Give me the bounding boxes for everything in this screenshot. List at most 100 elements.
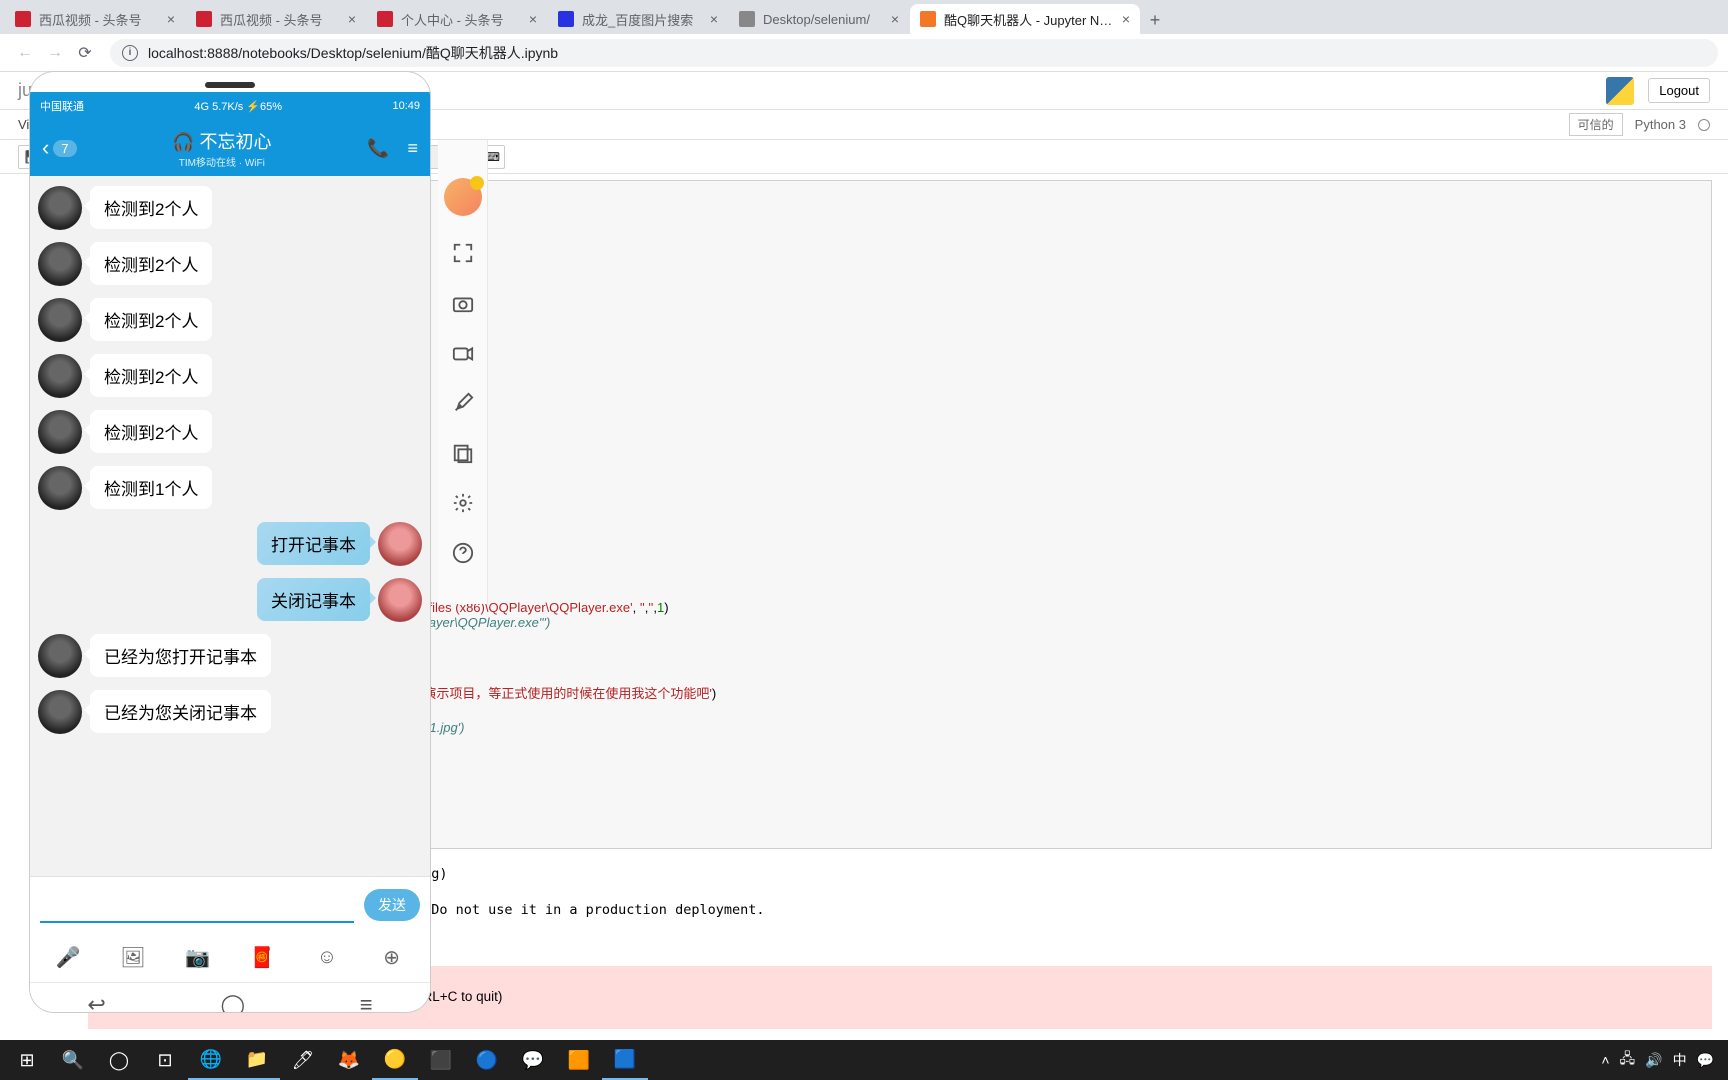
close-icon[interactable]: × <box>710 11 718 27</box>
call-icon[interactable]: 📞 <box>367 138 389 159</box>
android-home-icon[interactable]: ◯ <box>220 992 245 1013</box>
favicon-icon <box>739 11 755 27</box>
new-tab-button[interactable]: + <box>1141 6 1169 34</box>
taskbar-app[interactable]: ⬛ <box>418 1040 464 1080</box>
chat-body[interactable]: 检测到2个人检测到2个人检测到2个人检测到2个人检测到2个人检测到1个人打开记事… <box>30 176 430 876</box>
help-icon[interactable] <box>450 540 476 566</box>
android-recents-icon[interactable]: ≡ <box>360 992 373 1013</box>
message-bubble[interactable]: 已经为您关闭记事本 <box>90 690 271 733</box>
taskbar-app-chrome[interactable]: 🟡 <box>372 1040 418 1080</box>
chevron-left-icon: ‹ <box>42 135 49 161</box>
taskbar-app-explorer[interactable]: 📁 <box>234 1040 280 1080</box>
message-row: 已经为您打开记事本 <box>38 634 422 678</box>
tray-chevron-icon[interactable]: ˄ <box>1601 1052 1609 1068</box>
kernel-name[interactable]: Python 3 <box>1635 117 1686 132</box>
forward-button[interactable]: → <box>40 38 70 68</box>
tab-title: Desktop/selenium/ <box>763 12 883 27</box>
cortana-button[interactable]: ◯ <box>96 1040 142 1080</box>
tray-ime-icon[interactable]: 中 <box>1673 1050 1687 1070</box>
logout-button[interactable]: Logout <box>1648 78 1710 103</box>
avatar[interactable] <box>378 578 422 622</box>
close-icon[interactable]: × <box>167 11 175 27</box>
taskbar-app[interactable]: 💬 <box>510 1040 556 1080</box>
browser-tab-active[interactable]: 酷Q聊天机器人 - Jupyter Notebook × <box>910 4 1140 34</box>
message-bubble[interactable]: 检测到2个人 <box>90 298 212 341</box>
search-button[interactable]: 🔍 <box>50 1040 96 1080</box>
taskview-button[interactable]: ⊡ <box>142 1040 188 1080</box>
image-icon[interactable]: 🖼 <box>119 943 147 971</box>
menu-icon[interactable]: ≡ <box>407 138 418 159</box>
camera-icon[interactable]: 📷 <box>184 943 212 971</box>
message-bubble[interactable]: 已经为您打开记事本 <box>90 634 271 677</box>
browser-tab[interactable]: 西瓜视频 - 头条号 × <box>5 4 185 34</box>
reload-button[interactable]: ⟳ <box>70 38 100 68</box>
taskbar-app-firefox[interactable]: 🦊 <box>326 1040 372 1080</box>
avatar[interactable] <box>38 354 82 398</box>
send-button[interactable]: 发送 <box>364 889 420 921</box>
windows-taskbar: ⊞ 🔍 ◯ ⊡ 🌐 📁 🖊 🦊 🟡 ⬛ 🔵 💬 🟧 🟦 ˄ 🖧 🔊 中 💬 <box>0 1040 1728 1080</box>
taskbar-app-edge[interactable]: 🌐 <box>188 1040 234 1080</box>
favicon-icon <box>196 11 212 27</box>
message-bubble[interactable]: 检测到1个人 <box>90 466 212 509</box>
message-input[interactable] <box>40 887 354 923</box>
close-icon[interactable]: × <box>348 11 356 27</box>
address-input[interactable]: i localhost:8888/notebooks/Desktop/selen… <box>110 39 1718 67</box>
browser-tab[interactable]: 西瓜视频 - 头条号 × <box>186 4 366 34</box>
back-button[interactable]: ← <box>10 38 40 68</box>
rail-avatar[interactable] <box>444 178 482 216</box>
taskbar-app[interactable]: 🔵 <box>464 1040 510 1080</box>
plus-icon[interactable]: ⊕ <box>378 943 406 971</box>
avatar[interactable] <box>38 410 82 454</box>
taskbar-app[interactable]: 🟧 <box>556 1040 602 1080</box>
browser-tab[interactable]: 成龙_百度图片搜索 × <box>548 4 728 34</box>
android-back-icon[interactable]: ↩ <box>87 992 105 1013</box>
unread-badge: 7 <box>53 140 76 157</box>
message-bubble[interactable]: 检测到2个人 <box>90 186 212 229</box>
brush-icon[interactable] <box>450 390 476 416</box>
avatar[interactable] <box>38 242 82 286</box>
taskbar-app[interactable]: 🖊 <box>280 1040 326 1080</box>
chat-toolbar: 🎤 🖼 📷 🧧 ☺ ⊕ <box>30 932 430 982</box>
browser-tab[interactable]: Desktop/selenium/ × <box>729 4 909 34</box>
trusted-indicator[interactable]: 可信的 <box>1569 113 1623 136</box>
camera-icon[interactable] <box>450 290 476 316</box>
message-bubble[interactable]: 检测到2个人 <box>90 242 212 285</box>
start-button[interactable]: ⊞ <box>4 1040 50 1080</box>
status-icons: 4G 5.7K/s ⚡65% <box>194 100 282 113</box>
emoji-icon[interactable]: ☺ <box>313 943 341 971</box>
avatar[interactable] <box>38 466 82 510</box>
files-icon[interactable] <box>450 440 476 466</box>
voice-icon[interactable]: 🎤 <box>54 943 82 971</box>
message-bubble[interactable]: 关闭记事本 <box>257 578 370 621</box>
avatar[interactable] <box>38 690 82 734</box>
chat-back-button[interactable]: ‹ 7 <box>42 135 77 161</box>
message-row: 打开记事本 <box>38 522 422 566</box>
chat-header: ‹ 7 🎧 不忘初心 TIM移动在线 · WiFi 📞 ≡ <box>30 120 430 176</box>
record-icon[interactable] <box>450 340 476 366</box>
close-icon[interactable]: × <box>891 11 899 27</box>
tab-title: 个人中心 - 头条号 <box>401 10 521 29</box>
site-info-icon[interactable]: i <box>122 45 138 61</box>
tab-title: 西瓜视频 - 头条号 <box>220 10 340 29</box>
message-bubble[interactable]: 打开记事本 <box>257 522 370 565</box>
message-bubble[interactable]: 检测到2个人 <box>90 410 212 453</box>
fullscreen-icon[interactable] <box>450 240 476 266</box>
tray-network-icon[interactable]: 🖧 <box>1620 1048 1636 1072</box>
avatar[interactable] <box>38 634 82 678</box>
message-bubble[interactable]: 检测到2个人 <box>90 354 212 397</box>
tray-volume-icon[interactable]: 🔊 <box>1645 1052 1662 1069</box>
favicon-icon <box>920 11 936 27</box>
close-icon[interactable]: × <box>529 11 537 27</box>
avatar[interactable] <box>38 298 82 342</box>
kernel-status-icon <box>1698 119 1710 131</box>
taskbar-app[interactable]: 🟦 <box>602 1040 648 1080</box>
settings-icon[interactable] <box>450 490 476 516</box>
scrcpy-side-rail <box>438 140 488 604</box>
tray-notifications-icon[interactable]: 💬 <box>1697 1052 1714 1069</box>
close-icon[interactable]: × <box>1122 11 1130 27</box>
browser-tab[interactable]: 个人中心 - 头条号 × <box>367 4 547 34</box>
avatar[interactable] <box>378 522 422 566</box>
system-tray[interactable]: ˄ 🖧 🔊 中 💬 <box>1601 1048 1724 1072</box>
avatar[interactable] <box>38 186 82 230</box>
redpacket-icon[interactable]: 🧧 <box>248 943 276 971</box>
